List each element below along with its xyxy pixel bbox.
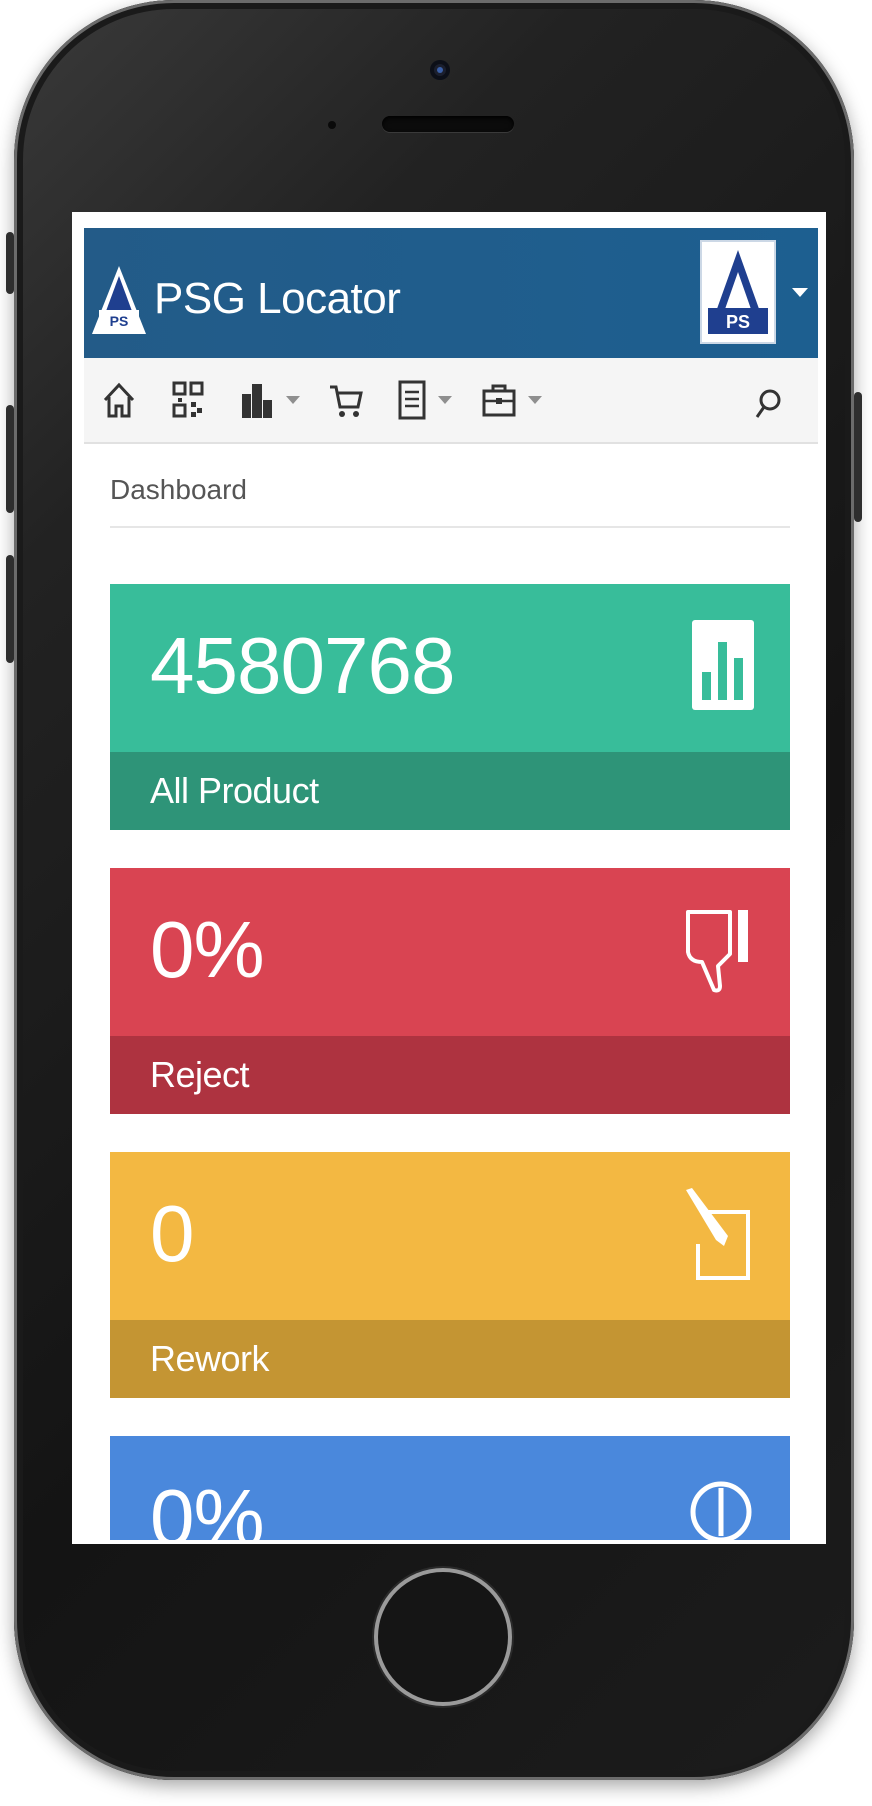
avatar[interactable]: PS [700, 240, 776, 344]
proximity-sensor [328, 121, 336, 129]
stat-label: All Product [150, 770, 319, 811]
nav-briefcase[interactable] [482, 378, 542, 422]
nav-cart[interactable] [328, 378, 364, 422]
qr-code-icon [172, 381, 204, 418]
thumbs-down-icon [686, 910, 748, 993]
mute-switch [6, 232, 14, 294]
home-button[interactable] [378, 1572, 508, 1702]
stat-card-rework[interactable]: 0 Rework [110, 1152, 790, 1398]
nav-building[interactable] [240, 378, 300, 422]
screen: PS PSG Locator PS Dashboard 4580768 All … [72, 212, 826, 1544]
volume-up-button [6, 405, 14, 513]
stat-card-body: 0% [110, 868, 790, 1036]
user-menu[interactable]: PS [700, 240, 812, 348]
breadcrumb: Dashboard [110, 474, 247, 505]
stat-value: 0% [150, 905, 265, 994]
stat-label: Reject [150, 1054, 250, 1095]
document-icon [398, 380, 426, 420]
app-title[interactable]: PSG Locator [154, 274, 401, 324]
stat-value: 0 [150, 1189, 194, 1278]
chevron-down-icon [286, 396, 300, 404]
nav-qr[interactable] [172, 378, 204, 422]
stat-card-body: 4580768 [110, 584, 790, 752]
earpiece-speaker [382, 116, 514, 132]
stat-card-footer: Reject [110, 1036, 790, 1114]
nav-bar [84, 358, 818, 444]
search-icon[interactable] [754, 388, 782, 420]
avatar-logo-text: PS [726, 312, 750, 332]
dollar-icon [690, 1481, 752, 1540]
avatar-logo-icon: PS [708, 250, 768, 334]
chevron-down-icon [528, 396, 542, 404]
phone-frame: PS PSG Locator PS Dashboard 4580768 All … [6, 0, 862, 1780]
brand-logo[interactable]: PS [90, 264, 148, 338]
stat-card-reject[interactable]: 0% Reject [110, 868, 790, 1114]
briefcase-icon [482, 384, 516, 417]
stat-card-body: 0% [110, 1436, 790, 1544]
front-camera [430, 60, 450, 80]
app-header: PS PSG Locator PS [84, 228, 818, 358]
home-icon [103, 382, 135, 418]
divider [110, 526, 790, 528]
stat-card-footer: All Product [110, 752, 790, 830]
stat-label: Rework [150, 1338, 270, 1379]
stat-value: 4580768 [150, 621, 455, 710]
chevron-down-icon [438, 396, 452, 404]
brand-logo-text: PS [110, 313, 129, 329]
nav-documents[interactable] [398, 378, 452, 422]
stat-card-footer: Rework [110, 1320, 790, 1398]
power-button [854, 392, 862, 522]
volume-down-button [6, 555, 14, 663]
cart-icon [330, 385, 363, 417]
bar-chart-icon [692, 620, 754, 710]
stat-card-all-product[interactable]: 4580768 All Product [110, 584, 790, 830]
stat-card-body: 0 [110, 1152, 790, 1320]
stat-card-revenue[interactable]: 0% [110, 1436, 790, 1544]
building-icon [242, 384, 272, 418]
chevron-down-icon[interactable] [792, 288, 808, 297]
edit-icon [686, 1188, 750, 1280]
nav-home[interactable] [102, 378, 136, 422]
stat-value: 0% [150, 1473, 265, 1544]
